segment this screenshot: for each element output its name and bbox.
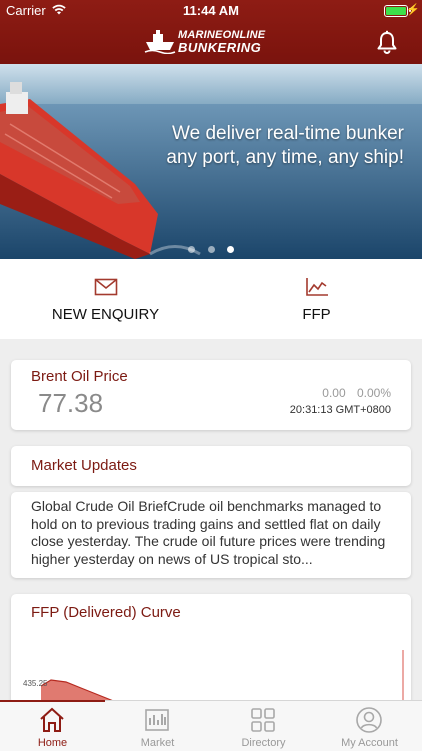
tab-my-account[interactable]: My Account xyxy=(317,701,422,751)
ffp-curve-title: FFP (Delivered) Curve xyxy=(31,604,181,621)
logo-line-2: BUNKERING xyxy=(178,40,262,55)
market-update-item[interactable]: Global Crude Oil BriefCrude oil benchmar… xyxy=(11,492,411,578)
ffp-curve-card[interactable]: FFP (Delivered) Curve 435.25 xyxy=(11,594,411,704)
brent-change-value: 0.00 xyxy=(322,386,346,400)
ffp-curve-chart: 435.25 xyxy=(23,650,404,704)
new-enquiry-label: NEW ENQUIRY xyxy=(51,306,160,323)
home-icon xyxy=(40,707,64,732)
brent-change-percent: 0.00% xyxy=(356,386,391,400)
banner-line-2: any port, any time, any ship! xyxy=(166,147,404,168)
banner-headline: We deliver real-time bunker any port, an… xyxy=(166,122,404,170)
new-enquiry-button[interactable]: NEW ENQUIRY xyxy=(0,259,211,339)
ffp-button[interactable]: FFP xyxy=(211,259,422,339)
battery-icon xyxy=(384,5,408,17)
tab-home[interactable]: Home xyxy=(0,700,105,751)
bell-icon[interactable] xyxy=(376,30,398,54)
grid-icon xyxy=(251,708,275,732)
app-header: Carrier 11:44 AM ⚡ MARINEONLINE BUNKERIN… xyxy=(0,0,422,64)
tab-home-label: Home xyxy=(37,737,68,749)
brent-oil-card[interactable]: Brent Oil Price 77.38 0.00 0.00% 20:31:1… xyxy=(11,360,411,430)
market-updates-title: Market Updates xyxy=(31,457,137,474)
tab-my-account-label: My Account xyxy=(341,737,398,749)
carousel-dot-1[interactable] xyxy=(188,246,196,253)
carousel-dot-2[interactable] xyxy=(207,246,215,253)
tab-bar: Home Market Directory My Account xyxy=(0,700,422,751)
market-icon xyxy=(145,709,169,731)
promo-banner[interactable]: We deliver real-time bunker any port, an… xyxy=(0,64,422,259)
status-time: 11:44 AM xyxy=(183,3,239,18)
envelope-icon xyxy=(94,278,118,296)
ffp-label: FFP xyxy=(302,306,331,323)
tab-directory-label: Directory xyxy=(241,737,286,749)
quick-actions: NEW ENQUIRY FFP xyxy=(0,259,422,339)
banner-line-1: We deliver real-time bunker xyxy=(172,123,404,144)
brent-timestamp: 20:31:13 GMT+0800 xyxy=(289,404,391,416)
market-update-text: Global Crude Oil BriefCrude oil benchmar… xyxy=(31,498,386,567)
tab-market[interactable]: Market xyxy=(105,701,210,751)
market-updates-header[interactable]: Market Updates xyxy=(11,446,411,486)
brent-title: Brent Oil Price xyxy=(31,368,128,385)
user-icon xyxy=(356,707,382,733)
ffp-curve-value-label: 435.25 xyxy=(23,679,48,688)
carousel-dot-3[interactable] xyxy=(226,246,234,253)
ship-logo-icon xyxy=(144,30,176,54)
tab-directory[interactable]: Directory xyxy=(211,701,316,751)
brent-price: 77.38 xyxy=(38,388,104,418)
brent-change: 0.00 0.00% xyxy=(314,386,391,400)
app-logo: MARINEONLINE BUNKERING xyxy=(140,24,285,58)
status-bar: Carrier 11:44 AM ⚡ xyxy=(0,0,422,22)
tab-market-label: Market xyxy=(140,737,175,749)
charging-icon: ⚡ xyxy=(406,4,420,16)
carousel-indicator[interactable] xyxy=(0,240,422,258)
line-chart-icon xyxy=(306,278,328,296)
